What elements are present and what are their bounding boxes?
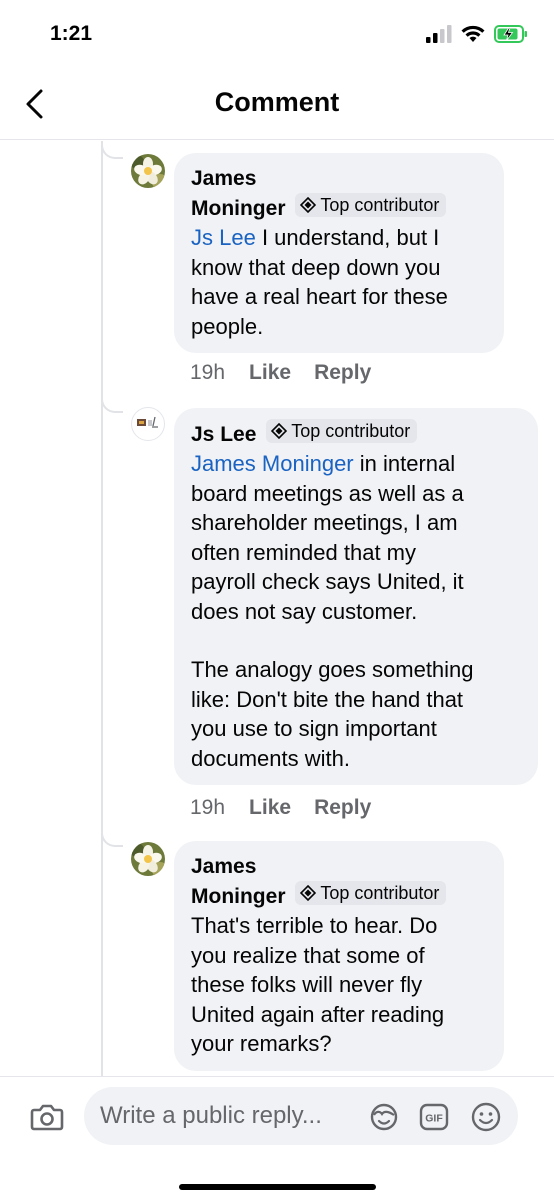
status-bar: 1:21: [0, 0, 554, 70]
reply-connector: [101, 829, 123, 847]
page-title: Comment: [214, 87, 340, 117]
flower-avatar-icon: [131, 154, 165, 188]
avatar[interactable]: [131, 842, 165, 876]
avatar[interactable]: [131, 154, 165, 188]
avatar-sticker-icon[interactable]: [368, 1101, 400, 1133]
avatar[interactable]: [131, 407, 165, 441]
diamond-badge-icon: [300, 885, 317, 901]
comment-bubble[interactable]: James Moninger Top contributor That's ter…: [174, 841, 504, 1071]
reply-field: GIF: [84, 1087, 518, 1145]
svg-text:GIF: GIF: [425, 1113, 443, 1125]
like-button[interactable]: Like: [249, 796, 291, 820]
camera-icon: [30, 1104, 64, 1131]
comment-thread[interactable]: James Moninger Top contributor Js Lee I u…: [0, 141, 554, 1076]
wifi-icon: [461, 25, 485, 42]
comment-bubble[interactable]: Js Lee Top contributor James Moninger in…: [174, 408, 538, 785]
comment-timestamp: 19h: [190, 361, 226, 384]
flower-avatar-icon: [131, 842, 165, 876]
comment-author[interactable]: James Moninger Top contributor: [191, 852, 488, 911]
like-button[interactable]: Like: [249, 361, 291, 385]
top-contributor-badge: Top contributor: [266, 419, 418, 443]
gif-icon: GIF: [419, 1103, 449, 1131]
status-time: 1:21: [50, 22, 93, 45]
reply-input[interactable]: [100, 1087, 370, 1145]
comment-bubble[interactable]: James Moninger Top contributor Js Lee I u…: [174, 153, 504, 353]
mention-link[interactable]: Js Lee: [191, 225, 256, 250]
reply-button[interactable]: Reply: [314, 796, 371, 820]
comment-author[interactable]: Js Lee Top contributor: [191, 419, 522, 449]
comment-actions: 19h Like Reply: [190, 361, 394, 385]
reply-connector: [101, 141, 123, 159]
top-contributor-badge: Top contributor: [295, 881, 447, 905]
header: Comment: [0, 70, 554, 140]
thread-line: [101, 141, 103, 1076]
comment-actions: 19h Like Reply: [190, 796, 394, 820]
reply-composer: GIF: [0, 1076, 554, 1200]
reply-button[interactable]: Reply: [314, 361, 371, 385]
top-contributor-badge: Top contributor: [295, 193, 447, 217]
comment-text: That's terrible to hear. Do you realize …: [191, 913, 445, 1056]
reply-connector: [101, 395, 123, 413]
gif-button[interactable]: GIF: [418, 1101, 450, 1133]
emoji-icon[interactable]: [470, 1101, 502, 1133]
signal-icon: [426, 24, 452, 43]
camera-button[interactable]: [29, 1099, 65, 1135]
comment-text: Js Lee I understand, but I know that dee…: [191, 225, 448, 339]
diamond-badge-icon: [271, 423, 288, 439]
diamond-badge-icon: [300, 197, 317, 213]
status-icons: [426, 24, 528, 43]
mention-link[interactable]: James Moninger: [191, 451, 354, 476]
comment-author[interactable]: James Moninger Top contributor: [191, 164, 488, 223]
comment-text: James Moninger in internal board meeting…: [191, 451, 474, 771]
battery-charging-icon: [494, 24, 527, 43]
sticker-icon: [137, 416, 158, 428]
home-indicator: [179, 1184, 376, 1190]
comment-timestamp: 19h: [190, 796, 226, 819]
